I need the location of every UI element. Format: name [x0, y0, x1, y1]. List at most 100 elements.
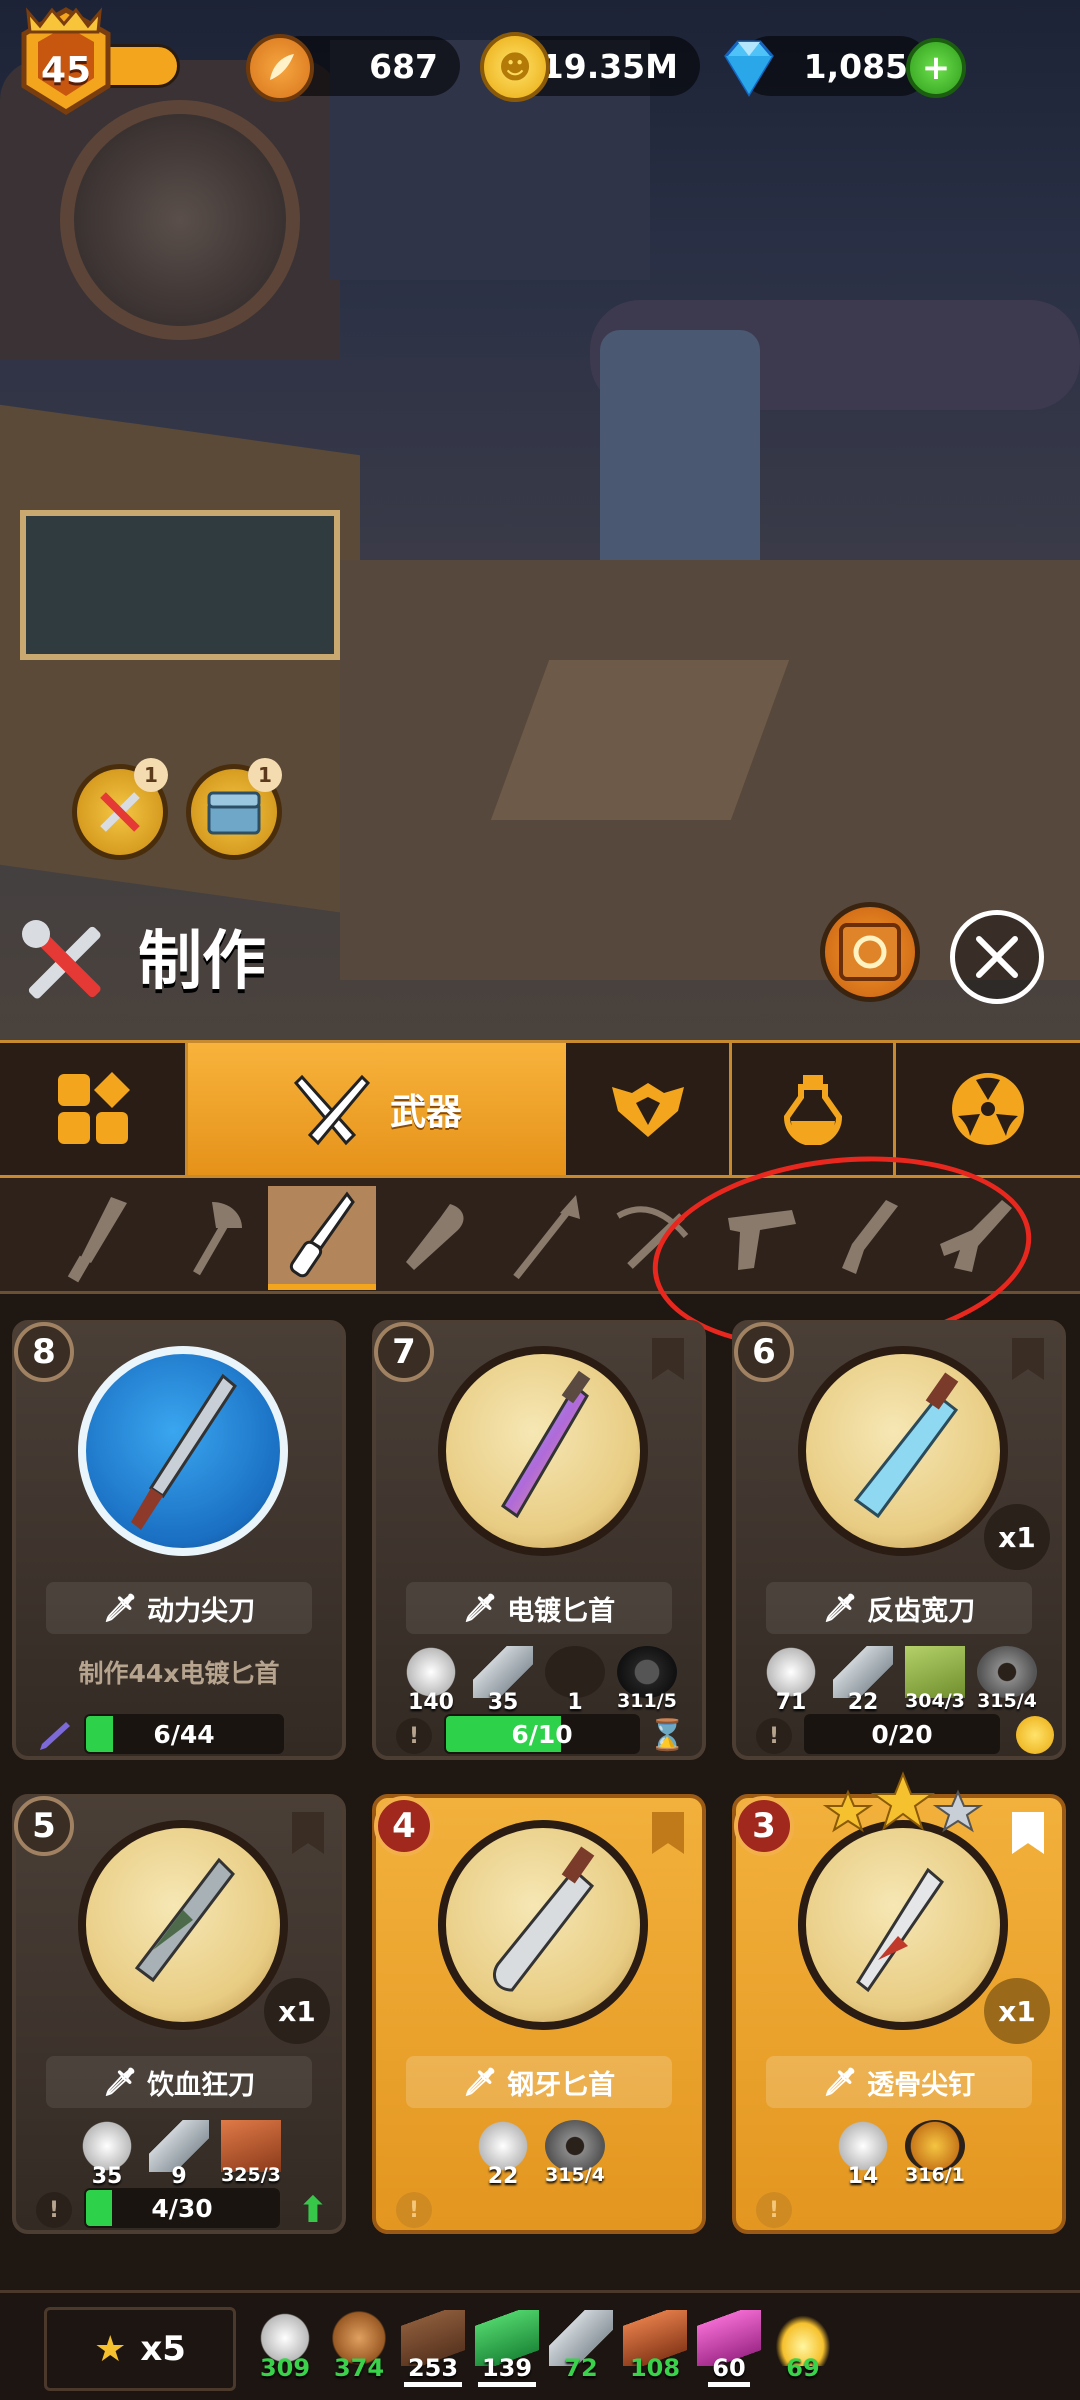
diamond-icon [714, 32, 784, 102]
rank-badge: 8 [14, 1322, 74, 1382]
tools-notification-badge: 1 [134, 758, 168, 792]
top-resource-bar: 45 687 19.35M ☻ 1,085 + [0, 0, 1080, 130]
material-cloth: 304/3 [902, 1646, 968, 1715]
resource-cloth[interactable]: 139 [472, 2310, 542, 2387]
material-spear-head: 1 [542, 1646, 608, 1715]
recipe-card[interactable]: 3 x1 🗡 透骨尖钉 14 316/1 ! [732, 1771, 1066, 2234]
weapon-image [798, 1346, 1008, 1556]
progress-bar: 4/30 [84, 2188, 280, 2228]
subtab-axe[interactable] [162, 1186, 270, 1290]
subtab-knife[interactable] [268, 1186, 376, 1290]
weapon-image [438, 1820, 648, 2030]
materials: 35 9 325/3 [16, 2120, 342, 2189]
bookmark-icon[interactable] [652, 1812, 684, 1854]
tab-all[interactable] [0, 1043, 188, 1175]
recipe-card[interactable]: 7 🗡 电镀匕首 140 35 1 311/5 ! 6/10 ⌛ [372, 1320, 706, 1760]
spear-icon [513, 1195, 580, 1280]
rank-badge: 7 [374, 1322, 434, 1382]
tab-armor[interactable] [566, 1043, 732, 1175]
knife-icon: 🗡 [822, 1593, 858, 1624]
subtab-spear[interactable] [492, 1186, 600, 1290]
radiation-icon [952, 1073, 1024, 1145]
axe-icon [193, 1202, 242, 1276]
armor-icon [611, 1083, 684, 1137]
subtab-club[interactable] [380, 1186, 488, 1290]
material-copper: 325/3 [218, 2120, 284, 2189]
resource-copper[interactable]: 108 [620, 2310, 690, 2382]
resource-fuel[interactable]: 69 [768, 2310, 838, 2382]
recipe-name: 🗡 饮血狂刀 [46, 2056, 312, 2108]
book-icon [839, 923, 901, 981]
recipe-card[interactable]: 6 x1 🗡 反齿宽刀 71 22 304/3 315/4 ! 0/20 [732, 1320, 1066, 1760]
blueprint-icon [36, 1718, 72, 1754]
coin-icon [1016, 1716, 1054, 1754]
info-icon[interactable]: ! [396, 2192, 432, 2228]
coin-count: 19.35M [540, 46, 678, 86]
base-scene [0, 0, 1080, 1040]
gear-wheel [60, 100, 300, 340]
add-gems-button[interactable]: + [906, 38, 966, 98]
info-icon[interactable]: ! [756, 2192, 792, 2228]
progress-bar: 6/44 [84, 1714, 284, 1754]
rank-badge: 3 [734, 1796, 794, 1856]
info-icon[interactable]: ! [396, 1718, 432, 1754]
bookmark-icon[interactable] [292, 1812, 324, 1854]
grid-icon [57, 1072, 130, 1144]
recipe-card[interactable]: 4 🗡 钢牙匕首 22 315/4 ! [372, 1794, 706, 2234]
star-rating [818, 1770, 988, 1840]
serrated-broad-blade-icon [853, 1372, 959, 1519]
knife-icon: 🗡 [822, 2067, 858, 2098]
progress-bar: 6/10 [444, 1714, 640, 1754]
owned-count: x1 [984, 1504, 1050, 1570]
crossed-swords-icon [293, 1074, 371, 1146]
tab-weapons[interactable]: 武器 [188, 1043, 566, 1175]
star-filter-button[interactable]: ★ x5 [44, 2307, 236, 2391]
materials: 71 22 304/3 315/4 [736, 1646, 1062, 1715]
wrench-screwdriver-icon [100, 792, 140, 832]
mannequin-rack [20, 510, 340, 660]
info-icon[interactable]: ! [756, 1718, 792, 1754]
level-badge[interactable]: 45 [14, 6, 118, 118]
craft-screen: 45 687 19.35M ☻ 1,085 + 1 1 制作 武器 8 🗡 动力… [0, 0, 1080, 2400]
tab-potions[interactable] [732, 1043, 896, 1175]
info-icon[interactable]: ! [36, 2192, 72, 2228]
crafting-icon [14, 912, 114, 1012]
weapon-image [78, 1346, 288, 1556]
resource-scrap[interactable]: 309 [250, 2310, 320, 2382]
weapon-image [798, 1820, 1008, 2030]
resource-leather[interactable]: 253 [398, 2310, 468, 2387]
power-knife-icon [131, 1373, 237, 1530]
star-count: x5 [140, 2329, 186, 2369]
resource-wood[interactable]: 374 [324, 2310, 394, 2382]
recipe-name: 🗡 钢牙匕首 [406, 2056, 672, 2108]
recipe-name: 🗡 电镀匕首 [406, 1582, 672, 1634]
material-gear: 315/4 [542, 2120, 608, 2189]
resource-fabric[interactable]: 60 [694, 2310, 764, 2387]
recipe-card[interactable]: 8 🗡 动力尖刀 制作44x电镀匕首 6/44 [12, 1320, 346, 1760]
material-scrap: 14 [830, 2120, 896, 2189]
recipe-book-button[interactable] [820, 902, 920, 1002]
rank-badge: 4 [374, 1796, 434, 1856]
workshop-floor [0, 404, 360, 916]
subtab-machete[interactable] [48, 1186, 156, 1290]
skull-coin-icon: ☻ [480, 32, 550, 102]
material-tire: 311/5 [614, 1646, 680, 1715]
upgrade-arrow-icon: ⬆ [297, 2190, 328, 2231]
close-button[interactable] [950, 910, 1044, 1004]
feather-count: 687 [369, 46, 438, 86]
tab-radiation[interactable] [896, 1043, 1080, 1175]
material-scrap: 71 [758, 1646, 824, 1715]
materials: 22 315/4 [376, 2120, 702, 2189]
bookmark-icon[interactable] [1012, 1338, 1044, 1380]
steel-fang-dagger-icon [493, 1846, 595, 1992]
gem-count: 1,085 [803, 46, 908, 86]
tank [600, 330, 760, 590]
knife-icon: 🗡 [102, 2067, 138, 2098]
material-pipe: 9 [146, 2120, 212, 2189]
knife-icon: 🗡 [462, 1593, 498, 1624]
recipe-name: 🗡 反齿宽刀 [766, 1582, 1032, 1634]
bookmark-icon[interactable] [1012, 1812, 1044, 1854]
resource-pipe[interactable]: 72 [546, 2310, 616, 2382]
recipe-card[interactable]: 5 x1 🗡 饮血狂刀 35 9 325/3 ! 4/30 ⬆ [12, 1794, 346, 2234]
bookmark-icon[interactable] [652, 1338, 684, 1380]
